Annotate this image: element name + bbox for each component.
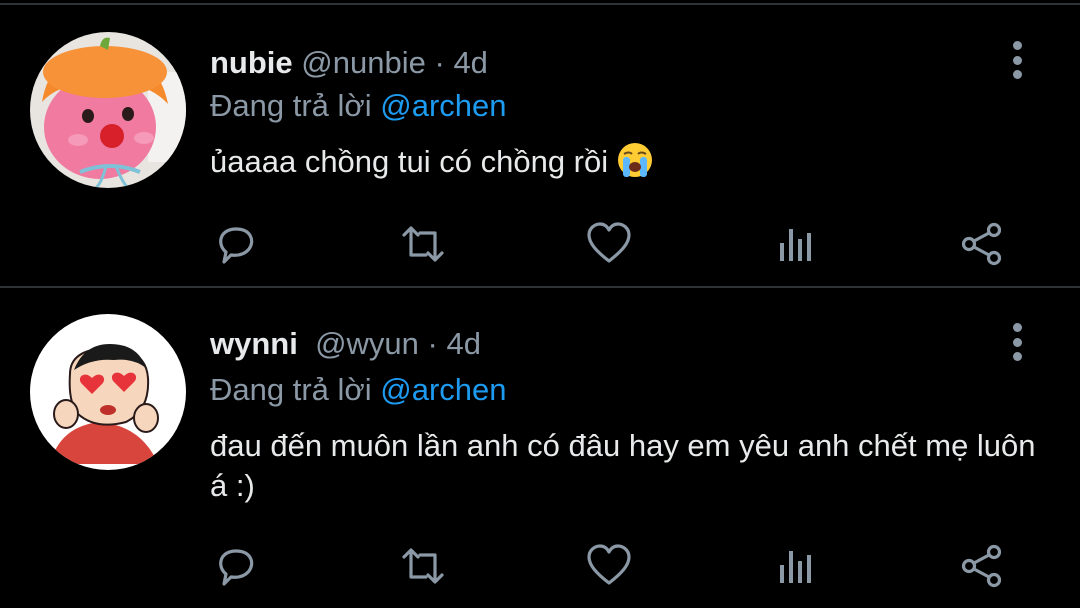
avatar[interactable] (30, 314, 186, 470)
analytics-icon[interactable] (771, 541, 821, 591)
retweet-icon[interactable] (398, 541, 448, 591)
like-icon[interactable] (584, 541, 634, 591)
tweet-actions (0, 219, 1080, 269)
avatar[interactable] (30, 32, 186, 188)
more-options-icon[interactable] (1000, 320, 1034, 364)
replying-to: Đang trả lời @archen (210, 86, 507, 126)
tweet-divider (0, 286, 1080, 288)
reply-icon[interactable] (211, 219, 261, 269)
tweet-header: wynni @wyun · 4d (210, 324, 481, 364)
tweet-text-content: ủaaaa chồng tui có chồng rồi (210, 144, 609, 179)
tweet-actions (0, 541, 1080, 591)
separator-dot: · (434, 45, 445, 80)
tweet-header: nubie @nunbie · 4d (210, 43, 488, 83)
timestamp[interactable]: 4d (453, 45, 487, 80)
separator-dot: · (427, 326, 438, 361)
share-icon[interactable] (957, 219, 1007, 269)
like-icon[interactable] (584, 219, 634, 269)
tweet-text: đau đến muôn lần anh có đâu hay em yêu a… (210, 426, 1050, 506)
analytics-icon[interactable] (771, 219, 821, 269)
user-handle[interactable]: @wyun (315, 326, 419, 361)
timestamp[interactable]: 4d (447, 326, 481, 361)
user-handle[interactable]: @nunbie (301, 45, 426, 80)
display-name[interactable]: nubie (210, 45, 293, 80)
mention-link[interactable]: @archen (380, 372, 506, 407)
mention-link[interactable]: @archen (380, 88, 506, 123)
replying-to: Đang trả lời @archen (210, 370, 507, 410)
retweet-icon[interactable] (398, 219, 448, 269)
display-name[interactable]: wynni (210, 326, 298, 361)
tweet-item[interactable]: wynni @wyun · 4d Đang trả lời @archen đa… (0, 290, 1080, 588)
share-icon[interactable] (957, 541, 1007, 591)
replying-prefix: Đang trả lời (210, 372, 372, 407)
replying-prefix: Đang trả lời (210, 88, 372, 123)
tweet-text-content: đau đến muôn lần anh có đâu hay em yêu a… (210, 428, 1036, 503)
tweet-text: ủaaaa chồng tui có chồng rồi (210, 142, 1050, 182)
reply-icon[interactable] (211, 541, 261, 591)
loudly-crying-face-icon (617, 143, 652, 177)
more-options-icon[interactable] (1000, 38, 1034, 82)
tweet-item[interactable]: nubie @nunbie · 4d Đang trả lời @archen … (0, 5, 1080, 290)
